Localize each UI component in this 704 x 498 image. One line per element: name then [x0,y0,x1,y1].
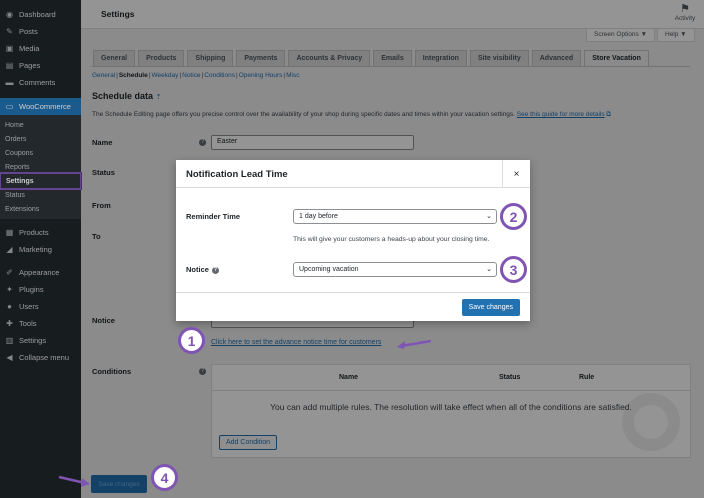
reminder-time-select[interactable]: 1 day before ⌄ [293,209,497,224]
modal-title: Notification Lead Time [186,169,288,180]
sidebar-dim [0,0,81,498]
modal-header: Notification Lead Time × [176,160,530,188]
notice-select[interactable]: Upcoming vacation ⌄ [293,262,497,277]
modal-save-button[interactable]: Save changes [461,299,520,316]
modal-notice-label: Notice? [186,265,219,274]
step-badge-1: 1 [178,327,205,354]
notification-lead-time-modal: Notification Lead Time × Reminder Time 1… [176,160,530,321]
help-icon: ? [211,267,219,274]
step-badge-4: 4 [151,464,178,491]
reminder-time-label: Reminder Time [186,212,241,221]
step-badge-2: 2 [500,203,527,230]
step-badge-3: 3 [500,256,527,283]
modal-footer: Save changes [176,292,530,321]
arrow-icon [397,339,432,349]
chevron-down-icon: ⌄ [486,213,492,220]
chevron-down-icon: ⌄ [486,266,492,273]
close-icon[interactable]: × [502,160,530,188]
reminder-hint: This will give your customers a heads-up… [293,236,490,243]
arrow-icon [58,475,90,487]
